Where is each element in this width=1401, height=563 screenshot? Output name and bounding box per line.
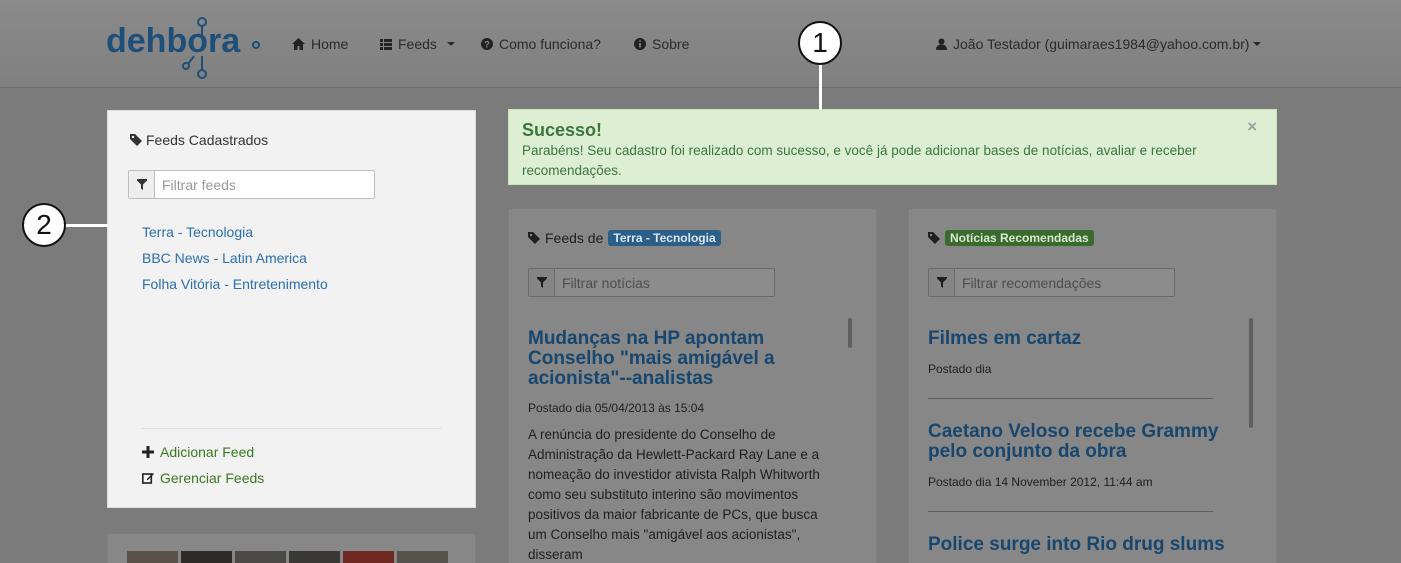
filter-icon [529,269,555,296]
article-body: A renúncia do presidente do Conselho de … [528,427,820,562]
feed-panel-title: Feeds de Terra - Tecnologia [528,230,721,246]
user-name: João Testador (guimaraes1984@yahoo.com.b… [953,36,1250,52]
tag-icon [528,232,540,244]
nav-home-label: Home [311,36,349,52]
navbar: dehbora Home Feeds ? Como funciona? Sobr… [0,0,1401,88]
rec-title-link[interactable]: Filmes em cartaz [928,329,1228,349]
recommendations-panel: Notícias Recomendadas Filtrar recomendaç… [908,208,1277,563]
callout-2-connector [64,224,108,227]
callout-1-connector [819,64,822,110]
rec-separator [928,398,1213,399]
nav-sobre-label: Sobre [652,36,690,52]
nav-feeds-dropdown[interactable]: Feeds [380,36,455,52]
callout-1: 1 [798,21,842,65]
feeds-sidebar: Feeds Cadastrados Filtrar feeds Terra - … [107,110,476,508]
feed-news-panel: Feeds de Terra - Tecnologia Filtrar notí… [508,208,877,563]
nav-feeds-label: Feeds [398,36,437,52]
rec-meta: Postado dia 14 November 2012, 11:44 am [928,475,1153,489]
alert-message: Parabéns! Seu cadastro foi realizado com… [522,143,1197,178]
sidebar-feed-folha[interactable]: Folha Vitória - Entretenimento [142,276,328,292]
rec-separator [928,511,1213,512]
plus-icon [142,446,154,458]
rec-meta: Postado dia [928,362,992,376]
success-alert: Sucesso! Parabéns! Seu cadastro foi real… [508,109,1277,185]
avatar[interactable] [397,551,448,563]
article-meta: Postado dia 05/04/2013 às 15:04 [528,401,705,415]
filter-icon [929,269,955,296]
avatar[interactable] [289,551,340,563]
sidebar-feed-terra[interactable]: Terra - Tecnologia [142,224,253,240]
filter-news-input[interactable]: Filtrar notícias [528,268,775,297]
recs-scrollbar[interactable] [1249,318,1253,428]
rec-title-link[interactable]: Caetano Veloso recebe Grammy pelo conjun… [928,422,1228,462]
close-icon[interactable]: × [1247,117,1257,137]
manage-feeds-link[interactable]: Gerenciar Feeds [142,470,264,486]
sidebar-feed-bbc[interactable]: BBC News - Latin America [142,250,307,266]
avatar[interactable] [235,551,286,563]
avatar[interactable] [181,551,232,563]
manage-feeds-label: Gerenciar Feeds [160,470,265,486]
callout-2: 2 [22,203,66,247]
add-feed-link[interactable]: Adicionar Feed [142,444,254,460]
svg-text:?: ? [484,40,490,50]
alert-heading: Sucesso! [522,120,603,140]
sidebar-title: Feeds Cadastrados [130,132,268,148]
filter-news-placeholder: Filtrar notícias [562,274,650,291]
filter-feeds-input[interactable]: Filtrar feeds [128,170,375,199]
tag-icon [928,232,940,244]
filter-icon [129,171,155,198]
add-feed-label: Adicionar Feed [160,444,255,460]
recs-badge: Notícias Recomendadas [945,230,1094,246]
chevron-down-icon [446,42,455,46]
avatar[interactable] [343,551,394,563]
filter-recs-placeholder: Filtrar recomendações [962,274,1102,291]
edit-icon [142,473,154,484]
tag-icon [130,134,142,146]
list-icon [380,38,392,50]
nav-como-funciona[interactable]: ? Como funciona? [481,36,601,52]
filter-feeds-placeholder: Filtrar feeds [162,176,236,193]
dehbora-logo[interactable]: dehbora [106,16,260,80]
user-menu[interactable]: João Testador (guimaraes1984@yahoo.com.b… [936,36,1262,52]
nav-home[interactable]: Home [292,36,348,52]
avatar[interactable] [127,551,178,563]
home-icon [292,38,305,50]
filter-recs-input[interactable]: Filtrar recomendações [928,268,1175,297]
sidebar-title-text: Feeds Cadastrados [146,132,269,148]
user-icon [936,38,947,50]
feed-source-badge: Terra - Tecnologia [608,230,721,246]
article-title-link[interactable]: Mudanças na HP apontam Conselho "mais am… [528,329,818,389]
user-chevron-down-icon [1253,42,1262,46]
recs-panel-title: Notícias Recomendadas [928,230,1094,246]
sidebar-divider [142,428,441,429]
news-scrollbar[interactable] [848,318,852,348]
info-icon [634,38,646,50]
feed-panel-title-prefix: Feeds de [545,230,604,246]
nav-como-funciona-label: Como funciona? [499,36,601,52]
rec-title-link[interactable]: Police surge into Rio drug slums [928,535,1228,555]
logo-text: dehbora [106,22,241,60]
nav-sobre[interactable]: Sobre [634,36,689,52]
question-icon: ? [481,38,493,50]
